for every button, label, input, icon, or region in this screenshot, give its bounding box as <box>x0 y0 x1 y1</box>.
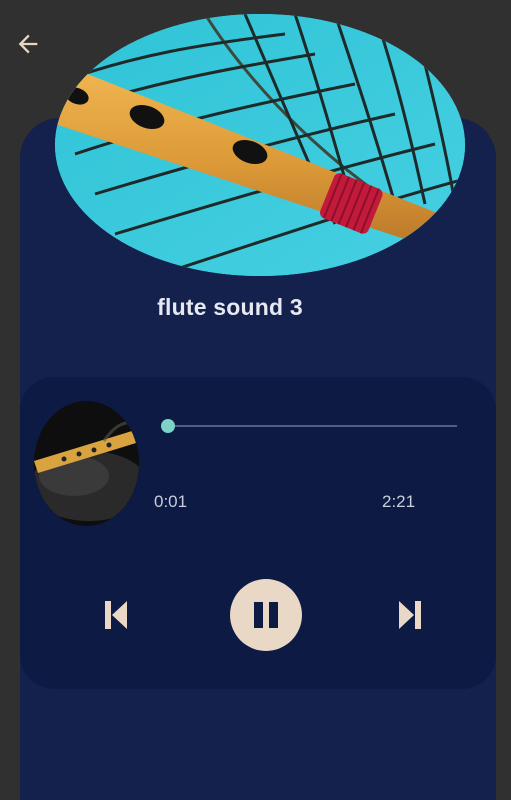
pause-button[interactable] <box>230 579 302 651</box>
pause-icon <box>254 602 278 628</box>
skip-previous-icon <box>105 601 127 629</box>
next-button[interactable] <box>392 595 428 635</box>
previous-button[interactable] <box>98 595 134 635</box>
progress-track[interactable] <box>167 425 457 427</box>
song-title: flute sound 3 <box>157 294 303 320</box>
cover-artwork <box>55 14 465 276</box>
player-panel: 0:01 2:21 <box>20 377 496 689</box>
cover-image <box>55 14 465 276</box>
music-player-screen: flute sound 3 0:01 2:21 <box>0 0 511 800</box>
back-button[interactable] <box>12 28 44 60</box>
arrow-left-icon <box>18 34 38 54</box>
thumbnail-image <box>34 401 139 526</box>
skip-next-icon <box>399 601 421 629</box>
progress-knob[interactable] <box>161 419 175 433</box>
track-thumbnail <box>34 401 139 526</box>
current-time: 0:01 <box>154 492 188 511</box>
total-time: 2:21 <box>382 492 416 511</box>
